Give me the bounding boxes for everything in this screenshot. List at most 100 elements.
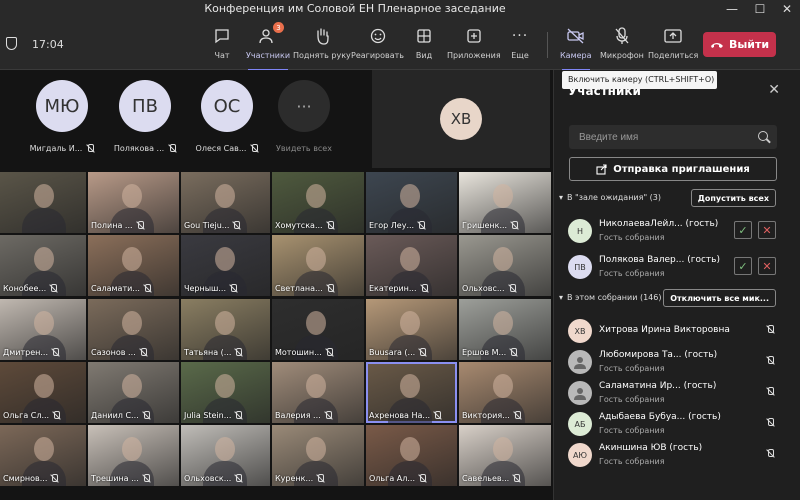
shield-icon[interactable] (6, 37, 17, 50)
leave-button[interactable]: Выйти (703, 32, 776, 57)
video-tile[interactable]: Ольга Ал... (366, 425, 457, 486)
mic-off-icon (508, 284, 516, 293)
video-tile[interactable]: Дмитрен... (0, 299, 86, 360)
person-silhouette (306, 184, 326, 208)
video-tile[interactable]: Ершов М... (459, 299, 551, 360)
chat-button[interactable]: Чат (212, 26, 232, 66)
video-tile[interactable]: Смирнов... (0, 425, 86, 486)
camera-tooltip: Включить камеру (CTRL+SHIFT+O) (562, 71, 717, 89)
admit-button[interactable]: ✓ (734, 257, 752, 275)
see-all-button[interactable]: ··· Увидеть всех (264, 80, 344, 168)
participant-name: Ершов М... (462, 348, 507, 357)
search-icon[interactable] (758, 131, 768, 141)
meeting-person[interactable]: Саламатина Ир... (гость) Гость собрания (568, 378, 790, 408)
mic-off-icon[interactable] (766, 418, 774, 427)
person-silhouette (215, 437, 235, 461)
mic-off-icon[interactable] (766, 325, 774, 334)
video-tile[interactable]: Полина ... (88, 172, 179, 233)
mic-off-icon[interactable] (766, 449, 774, 458)
admit-all-button[interactable]: Допустить всех (690, 189, 776, 207)
hand-icon (312, 26, 332, 46)
video-tile[interactable]: Екатерин... (366, 235, 457, 296)
participant-name: Julia Stein... (184, 411, 232, 420)
video-tile[interactable]: Валерия ... (272, 362, 364, 423)
person-silhouette (34, 374, 54, 398)
video-tile[interactable]: Мотошин... (272, 299, 364, 360)
participant-name: Полина ... (91, 221, 133, 230)
apps-button[interactable]: Приложения (447, 26, 501, 66)
person-role: Гость собрания (599, 269, 665, 278)
avatar: ХВ (568, 319, 592, 343)
camera-off-icon (566, 26, 586, 46)
tile-label: Gou Tieju... (184, 221, 241, 230)
mic-off-icon[interactable] (766, 356, 774, 365)
featured-video[interactable]: ХВ (372, 70, 550, 168)
person-silhouette (306, 247, 326, 271)
video-tile[interactable]: Виктория... (459, 362, 551, 423)
deny-button[interactable]: ✕ (758, 257, 776, 275)
video-tile[interactable]: Даниил С... (88, 362, 179, 423)
mic-button[interactable]: Микрофон (600, 26, 644, 66)
top-participant[interactable]: МЮ Мигдаль И... (22, 80, 102, 168)
meeting-person[interactable]: АЮ Акиншина ЮВ (гость) Гость собрания (568, 440, 790, 470)
avatar: АЮ (568, 443, 592, 467)
deny-button[interactable]: ✕ (758, 221, 776, 239)
video-tile[interactable]: Трешина ... (88, 425, 179, 486)
tile-label: Черныш... (184, 284, 237, 293)
video-tile[interactable]: Савельев... (459, 425, 551, 486)
mute-all-button[interactable]: Отключить все мик... (663, 289, 776, 307)
video-tile[interactable]: Ахренова На... (366, 362, 457, 423)
video-tile[interactable]: Julia Stein... (181, 362, 270, 423)
lobby-person[interactable]: ПВ Полякова Валер... (гость) Гость собра… (568, 252, 790, 282)
mic-off-icon[interactable] (766, 387, 774, 396)
maximize-button[interactable]: ☐ (746, 0, 774, 18)
top-participant[interactable]: ПВ Полякова ... (105, 80, 185, 168)
person-role: Гость собрания (599, 233, 665, 242)
video-tile[interactable]: Ольховск... (181, 425, 270, 486)
close-panel-button[interactable]: ✕ (768, 82, 780, 98)
meeting-person[interactable]: ХВ Хитрова Ирина Викторовна (568, 316, 790, 346)
video-tile[interactable]: Ольховс... (459, 235, 551, 296)
meeting-person[interactable]: АБ Адыбаева Бубуа... (гость) Гость собрани… (568, 409, 790, 439)
video-tile[interactable] (0, 172, 86, 233)
share-button[interactable]: Поделиться (648, 26, 698, 66)
lobby-section-toggle[interactable]: ▾ В "зале ожидания" (3) (559, 193, 661, 202)
video-tile[interactable]: Gou Tieju... (181, 172, 270, 233)
video-tile[interactable]: Хомутска... (272, 172, 364, 233)
react-button[interactable]: Реагировать (351, 26, 404, 66)
invite-button[interactable]: Отправка приглашения (569, 157, 777, 181)
video-tile[interactable]: Куренк... (272, 425, 364, 486)
meeting-person[interactable]: Любомирова Та... (гость) Гость собрания (568, 347, 790, 377)
top-participant[interactable]: ОС Олеся Сав... (187, 80, 267, 168)
video-tile[interactable]: Конобее... (0, 235, 86, 296)
video-tile[interactable]: Ольга Сл... (0, 362, 86, 423)
person-silhouette (400, 311, 420, 335)
minimize-button[interactable]: — (718, 0, 746, 18)
video-tile[interactable]: Гришенк... (459, 172, 551, 233)
meeting-section-toggle[interactable]: ▾ В этом собрании (146) (559, 293, 661, 302)
video-tile[interactable]: Светлана... (272, 235, 364, 296)
video-tile[interactable]: Татьяна (... (181, 299, 270, 360)
video-tile[interactable]: Черныш... (181, 235, 270, 296)
participant-name: Ольга Ал... (369, 474, 415, 483)
person-silhouette (122, 184, 142, 208)
raise-hand-button[interactable]: Поднять руку (293, 26, 351, 66)
search-input[interactable] (569, 125, 777, 149)
avatar: ПВ (568, 255, 592, 279)
more-button[interactable]: ··· Еще (510, 26, 530, 66)
admit-button[interactable]: ✓ (734, 221, 752, 239)
view-button[interactable]: Вид (414, 26, 434, 66)
video-tile[interactable]: Сазонов ... (88, 299, 179, 360)
video-tile[interactable]: Саламати... (88, 235, 179, 296)
video-tile[interactable]: Buusara (... (366, 299, 457, 360)
participant-name: Buusara (... (369, 348, 416, 357)
meeting-timer: 17:04 (32, 38, 64, 51)
participants-button[interactable]: 3 Участники (246, 22, 290, 71)
camera-button[interactable]: Камера (560, 26, 592, 71)
close-window-button[interactable]: ✕ (773, 0, 800, 18)
video-tile[interactable]: Егор Леу... (366, 172, 457, 233)
mic-off-icon (513, 411, 521, 420)
mic-off-icon (229, 284, 237, 293)
lobby-person[interactable]: Н НиколаеваЛейл... (гость) Гость собрани… (568, 216, 790, 246)
smile-icon (368, 26, 388, 46)
